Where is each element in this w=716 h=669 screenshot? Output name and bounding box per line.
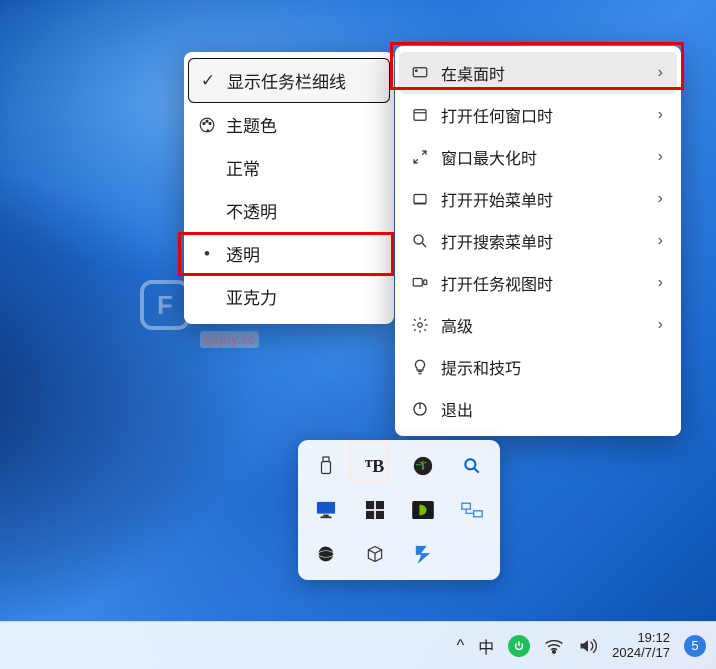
search-icon	[409, 232, 431, 250]
menu-label: 主题色	[226, 112, 376, 137]
power-icon	[409, 400, 431, 418]
menu-label: 提示和技巧	[441, 355, 663, 379]
chevron-right-icon: ›	[658, 232, 663, 250]
menu-label: 在桌面时	[441, 61, 648, 85]
tray-monitor-icon[interactable]	[304, 490, 349, 530]
desktop-icon	[409, 64, 431, 82]
menu-label: 显示任务栏细线	[227, 68, 375, 93]
start-icon	[409, 190, 431, 208]
chevron-right-icon: ›	[658, 64, 663, 82]
notification-badge[interactable]: 5	[684, 635, 706, 657]
vpn-status-icon[interactable]	[508, 635, 530, 657]
menu-item-search-menu[interactable]: 打开搜索菜单时 ›	[399, 220, 677, 262]
menu-label: 退出	[441, 397, 663, 421]
maximize-icon	[409, 148, 431, 166]
tray-chevron-up-icon[interactable]: ^	[457, 637, 465, 655]
tray-usb-icon[interactable]	[304, 446, 349, 486]
tray-razer-icon[interactable]	[401, 446, 446, 486]
menu-label: 透明	[226, 241, 376, 266]
menu-item-start-menu[interactable]: 打开开始菜单时 ›	[399, 178, 677, 220]
menu-label: 打开任何窗口时	[441, 103, 648, 127]
menu-item-task-view[interactable]: 打开任务视图时 ›	[399, 262, 677, 304]
chevron-right-icon: ›	[658, 190, 663, 208]
check-icon: ✓	[199, 71, 217, 91]
menu-label: 高级	[441, 313, 648, 337]
taskbar[interactable]: ^ 中 19:12 2024/7/17 5	[0, 621, 716, 669]
menu-label: 正常	[226, 155, 376, 180]
chevron-right-icon: ›	[658, 316, 663, 334]
tray-translucent-tb-icon[interactable]: ᵀB	[353, 446, 398, 486]
menu-item-transparent[interactable]: • 透明	[188, 232, 390, 275]
menu-item-maximized[interactable]: 窗口最大化时 ›	[399, 136, 677, 178]
bulb-icon	[409, 358, 431, 376]
tray-empty-slot	[450, 534, 495, 574]
tray-magnifier-icon[interactable]	[450, 446, 495, 486]
gear-icon	[409, 316, 431, 334]
menu-label: 打开任务视图时	[441, 271, 648, 295]
chevron-right-icon: ›	[658, 106, 663, 124]
tray-package-icon[interactable]	[353, 534, 398, 574]
menu-item-advanced[interactable]: 高级 ›	[399, 304, 677, 346]
tray-nvidia-icon[interactable]	[401, 490, 446, 530]
clock-date: 2024/7/17	[612, 646, 670, 661]
menu-item-exit[interactable]: 退出	[399, 388, 677, 430]
taskbar-clock[interactable]: 19:12 2024/7/17	[612, 631, 670, 661]
context-menu-triggers[interactable]: 在桌面时 › 打开任何窗口时 › 窗口最大化时 › 打开开始菜单时 › 打开搜索…	[395, 46, 681, 436]
bullet-icon: •	[198, 244, 216, 264]
tray-globe-icon[interactable]	[304, 534, 349, 574]
menu-item-acrylic[interactable]: 亚克力	[188, 275, 390, 318]
system-tray-overflow[interactable]: ᵀB	[298, 440, 500, 580]
menu-item-normal[interactable]: 正常	[188, 146, 390, 189]
context-menu-appearance[interactable]: ✓ 显示任务栏细线 主题色 正常 不透明 • 透明 亚克力	[184, 52, 394, 324]
menu-item-opaque[interactable]: 不透明	[188, 189, 390, 232]
menu-item-on-desktop[interactable]: 在桌面时 ›	[399, 52, 677, 94]
volume-icon[interactable]	[578, 637, 598, 655]
chevron-right-icon: ›	[658, 274, 663, 292]
tray-startallback-icon[interactable]	[353, 490, 398, 530]
menu-label: 窗口最大化时	[441, 145, 648, 169]
menu-label: 打开搜索菜单时	[441, 229, 648, 253]
ime-indicator[interactable]: 中	[478, 634, 494, 658]
palette-icon	[198, 116, 216, 134]
chevron-right-icon: ›	[658, 148, 663, 166]
menu-label: 打开开始菜单时	[441, 187, 648, 211]
tray-clash-icon[interactable]	[401, 534, 446, 574]
wifi-icon[interactable]	[544, 638, 564, 654]
menu-label: 亚克力	[226, 284, 376, 309]
window-icon	[409, 106, 431, 124]
menu-item-show-taskbar-line[interactable]: ✓ 显示任务栏细线	[188, 58, 390, 103]
taskview-icon	[409, 274, 431, 292]
menu-item-theme-color[interactable]: 主题色	[188, 103, 390, 146]
menu-item-tips[interactable]: 提示和技巧	[399, 346, 677, 388]
tray-network-icon[interactable]	[450, 490, 495, 530]
clock-time: 19:12	[612, 631, 670, 646]
menu-label: 不透明	[226, 198, 376, 223]
menu-item-any-window[interactable]: 打开任何窗口时 ›	[399, 94, 677, 136]
